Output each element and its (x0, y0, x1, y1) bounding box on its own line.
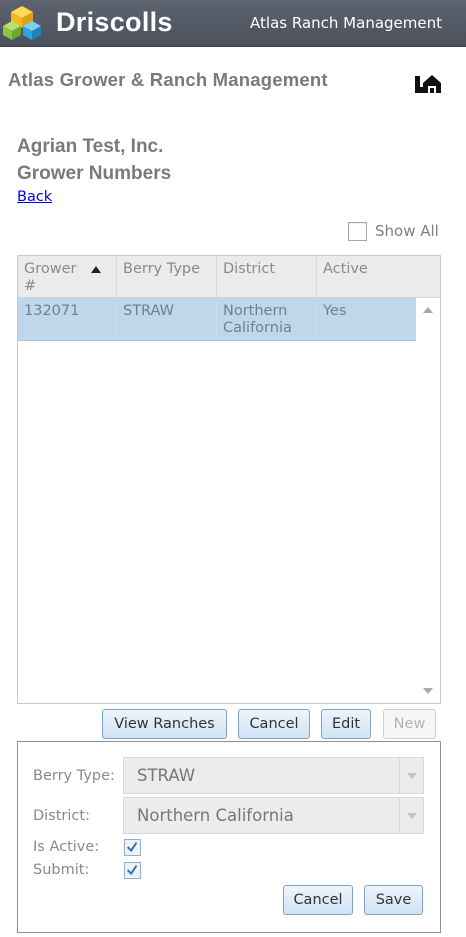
grower-detail-panel: Berry Type: STRAW District: Northern Cal… (17, 741, 441, 933)
district-label: District: (33, 808, 90, 824)
sort-ascending-icon (91, 266, 101, 273)
grower-numbers-grid: Grower # Berry Type District Active 1320… (17, 255, 441, 704)
ranch-logo-icon (415, 75, 441, 93)
organization-name: Agrian Test, Inc. (17, 136, 164, 157)
scroll-up-arrow-icon[interactable] (423, 307, 433, 313)
chevron-down-icon (407, 813, 417, 819)
cancel-button[interactable]: Cancel (238, 709, 310, 739)
column-header-active[interactable]: Active (317, 256, 416, 297)
column-header-label: Active (323, 261, 368, 277)
berry-type-label: Berry Type: (33, 768, 115, 784)
page-header-title: Atlas Grower & Ranch Management (8, 69, 328, 90)
checkmark-icon (126, 865, 138, 876)
submit-label: Submit: (33, 862, 90, 878)
show-all-toggle[interactable]: Show All (348, 221, 439, 241)
cell-active: Yes (323, 303, 347, 319)
scroll-down-arrow-icon[interactable] (423, 688, 433, 694)
back-link[interactable]: Back (17, 189, 52, 205)
edit-button[interactable]: Edit (321, 709, 371, 739)
column-header-label: Grower # (24, 261, 77, 294)
column-header-label: District (223, 261, 276, 277)
column-header-grower[interactable]: Grower # (18, 256, 117, 297)
grid-scrollbar[interactable] (416, 298, 440, 703)
app-title: Atlas Ranch Management (250, 14, 442, 32)
cell-berry-type: STRAW (117, 298, 217, 340)
berry-type-value: STRAW (137, 766, 196, 785)
submit-checkbox[interactable] (124, 862, 141, 879)
show-all-checkbox[interactable] (348, 221, 367, 241)
save-button[interactable]: Save (364, 885, 423, 915)
column-header-berry-type[interactable]: Berry Type (117, 256, 217, 297)
cube-logo-icon (3, 6, 41, 40)
top-bar: Driscolls Atlas Ranch Management (0, 0, 466, 47)
cell-district: Northern California (217, 298, 317, 340)
dropdown-button[interactable] (399, 798, 423, 833)
is-active-checkbox[interactable] (124, 839, 141, 856)
table-row[interactable]: 132071 STRAW Northern California Yes (18, 298, 416, 341)
grid-header: Grower # Berry Type District Active (18, 256, 416, 298)
brand-name: Driscolls (56, 7, 173, 37)
column-header-label: Berry Type (123, 261, 201, 277)
new-button[interactable]: New (383, 709, 436, 739)
cell-grower: 132071 (18, 298, 117, 340)
column-header-district[interactable]: District (217, 256, 317, 297)
section-title: Grower Numbers (17, 163, 172, 184)
grid-header-corner (416, 256, 440, 298)
detail-cancel-button[interactable]: Cancel (283, 885, 353, 915)
dropdown-button[interactable] (399, 758, 423, 793)
checkmark-icon (126, 842, 138, 853)
chevron-down-icon (407, 773, 417, 779)
district-value: Northern California (137, 806, 294, 825)
district-select[interactable]: Northern California (123, 797, 424, 834)
is-active-label: Is Active: (33, 839, 100, 855)
show-all-label: Show All (375, 222, 439, 240)
berry-type-select[interactable]: STRAW (123, 757, 424, 794)
view-ranches-button[interactable]: View Ranches (102, 709, 227, 739)
